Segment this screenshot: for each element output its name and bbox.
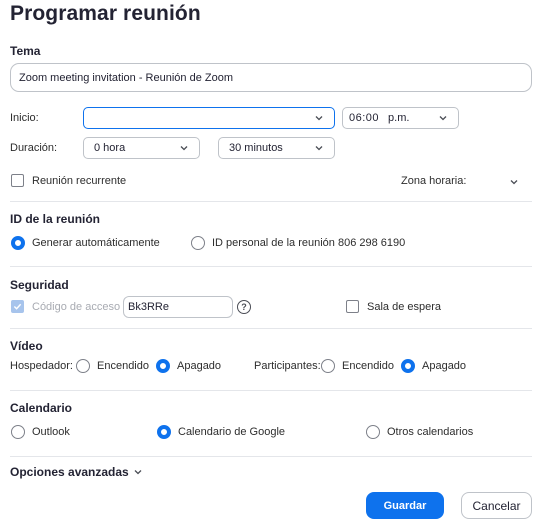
video-host-label: Hospedador: (10, 360, 73, 372)
divider (10, 266, 532, 267)
calendar-other-radio[interactable] (366, 425, 380, 439)
duration-label: Duración: (10, 142, 58, 154)
chevron-down-icon (315, 116, 323, 121)
start-time-select[interactable]: 06:00 p.m. (342, 107, 459, 129)
page-title: Programar reunión (10, 2, 201, 25)
waiting-room-label: Sala de espera (367, 301, 441, 313)
chevron-down-icon (315, 146, 323, 151)
calendar-outlook-radio[interactable] (11, 425, 25, 439)
timezone-chevron-down-icon[interactable] (509, 177, 519, 187)
divider (10, 328, 532, 329)
duration-hours-value: 0 hora (94, 142, 126, 154)
video-host-on-label: Encendido (97, 360, 149, 372)
waiting-room-checkbox[interactable] (346, 300, 359, 313)
passcode-input[interactable]: Bk3RRe (123, 296, 233, 318)
passcode-checkbox[interactable] (11, 300, 24, 313)
video-section-label: Vídeo (10, 339, 43, 353)
video-host-off-radio[interactable] (156, 359, 170, 373)
checkmark-icon (13, 303, 22, 310)
start-label: Inicio: (10, 112, 39, 124)
topic-input-value: Zoom meeting invitation - Reunión de Zoo… (19, 71, 233, 84)
start-date-select[interactable] (83, 107, 335, 129)
duration-hours-select[interactable]: 0 hora (83, 137, 200, 159)
help-icon[interactable]: ? (237, 300, 251, 314)
chevron-down-icon (134, 470, 142, 475)
divider (10, 201, 532, 202)
meeting-id-personal-radio[interactable] (191, 236, 205, 250)
start-ampm-value: p.m. (388, 112, 410, 124)
advanced-options-label: Opciones avanzadas (10, 465, 129, 479)
passcode-value: Bk3RRe (128, 301, 169, 313)
video-participants-off-radio[interactable] (401, 359, 415, 373)
save-button[interactable]: Guardar (366, 492, 444, 519)
video-participants-on-label: Encendido (342, 360, 394, 372)
video-participants-off-label: Apagado (422, 360, 467, 372)
divider (10, 390, 532, 391)
video-participants-on-radio[interactable] (321, 359, 335, 373)
passcode-label: Código de acceso (32, 301, 121, 313)
meeting-id-auto-label: Generar automáticamente (32, 237, 160, 249)
calendar-other-label: Otros calendarios (387, 426, 474, 438)
help-glyph: ? (241, 302, 247, 312)
duration-minutes-select[interactable]: 30 minutos (218, 137, 335, 159)
video-host-off-label: Apagado (177, 360, 222, 372)
topic-section-label: Tema (10, 44, 41, 58)
security-section-label: Seguridad (10, 278, 69, 292)
recurring-checkbox[interactable] (11, 174, 24, 187)
video-host-on-radio[interactable] (76, 359, 90, 373)
calendar-google-radio[interactable] (157, 425, 171, 439)
start-time-value: 06:00 (349, 112, 380, 124)
duration-minutes-value: 30 minutos (229, 142, 283, 154)
meeting-id-auto-radio[interactable] (11, 236, 25, 250)
calendar-google-label: Calendario de Google (178, 426, 286, 438)
cancel-button[interactable]: Cancelar (461, 492, 532, 519)
meeting-id-section-label: ID de la reunión (10, 212, 101, 226)
video-participants-label: Participantes: (254, 360, 321, 372)
calendar-outlook-label: Outlook (32, 426, 70, 438)
recurring-label: Reunión recurrente (32, 175, 127, 187)
advanced-options-toggle[interactable]: Opciones avanzadas (10, 465, 143, 479)
calendar-section-label: Calendario (10, 401, 73, 415)
topic-input[interactable]: Zoom meeting invitation - Reunión de Zoo… (10, 63, 532, 92)
chevron-down-icon (439, 116, 447, 121)
chevron-down-icon (180, 146, 188, 151)
timezone-label: Zona horaria: (401, 175, 467, 187)
meeting-id-personal-label: ID personal de la reunión 806 298 6190 (212, 237, 406, 249)
divider (10, 456, 532, 457)
